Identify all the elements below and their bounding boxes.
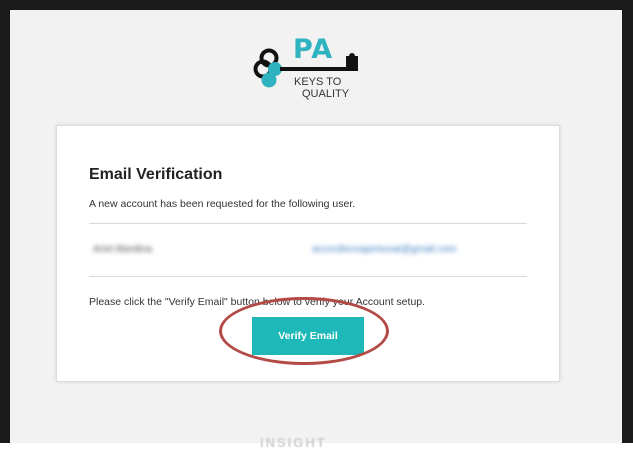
requested-user-name: Ariel Abedina [93, 244, 152, 255]
divider [89, 223, 527, 224]
verify-email-button[interactable]: Verify Email [252, 317, 364, 355]
pa-keys-to-quality-logo: PA KEYS TO QUALITY [250, 34, 370, 108]
card-title: Email Verification [89, 166, 223, 183]
verify-instruction-text: Please click the "Verify Email" button b… [89, 296, 426, 308]
logo-tagline-line2: QUALITY [302, 88, 350, 100]
card-subtitle: A new account has been requested for the… [89, 198, 356, 210]
divider [89, 276, 527, 277]
logo-tagline-line1: KEYS TO [294, 76, 342, 88]
email-verification-card: Email Verification A new account has bee… [56, 125, 560, 382]
email-page: PA KEYS TO QUALITY Email Verification A … [10, 10, 622, 450]
requested-user-email[interactable]: accordiscoapintuoat@gmail.com [312, 244, 457, 255]
screenshot-frame: PA KEYS TO QUALITY Email Verification A … [0, 0, 633, 450]
logo-brand-text: PA [293, 34, 334, 65]
